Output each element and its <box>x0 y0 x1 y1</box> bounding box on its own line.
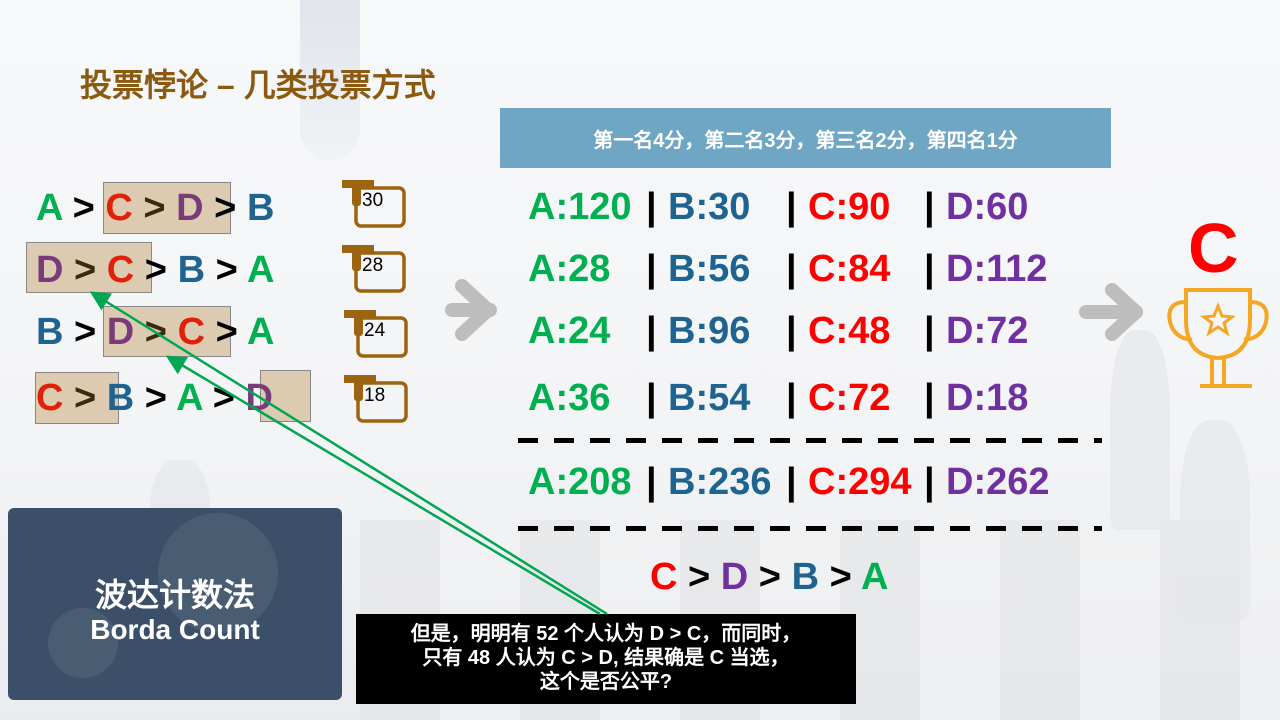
pointer-arrow <box>165 355 601 616</box>
pointer-arrow <box>89 291 608 616</box>
right-arrow-icon <box>1079 283 1143 341</box>
annotation-layer <box>89 279 1269 616</box>
right-arrow-icon <box>445 279 497 341</box>
trophy-icon <box>1167 288 1269 388</box>
